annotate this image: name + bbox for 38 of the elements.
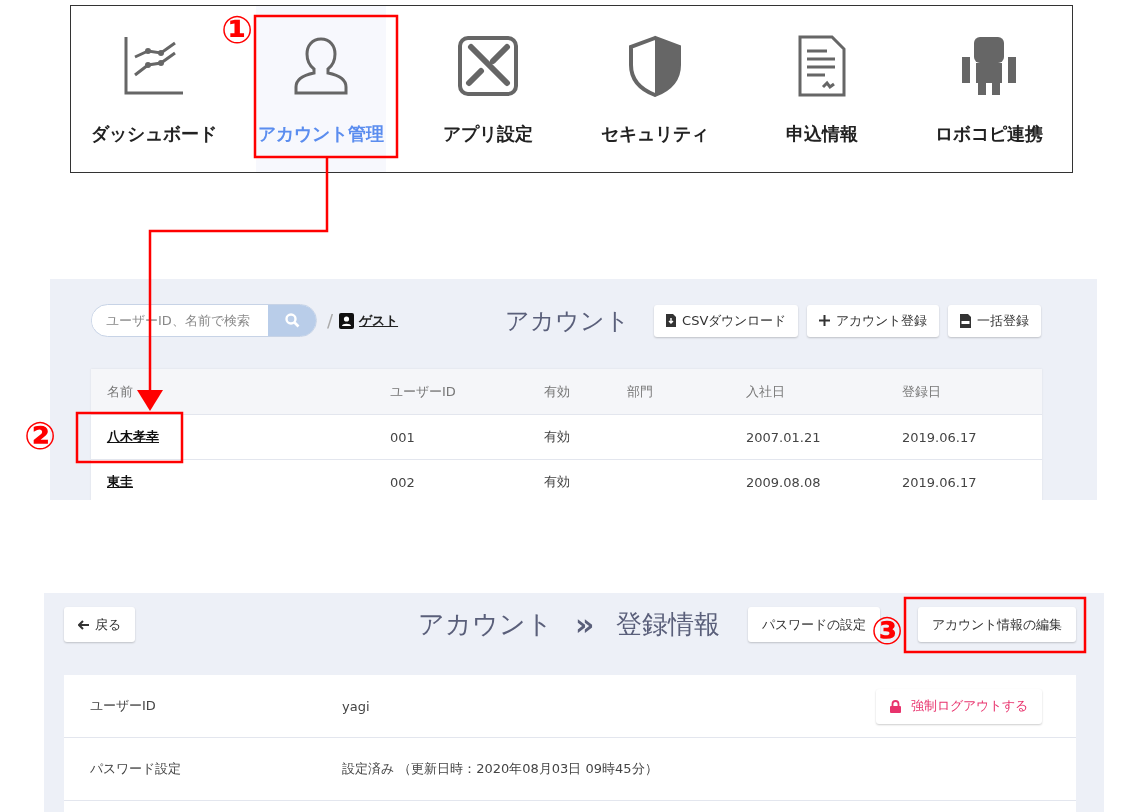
step-number: ① (221, 10, 254, 50)
column-header: 部門 (611, 369, 730, 415)
toolbar-button[interactable]: CSVダウンロード (654, 304, 799, 337)
menu-item[interactable]: ロボコピ連携 (923, 6, 1054, 172)
table-cell: 2009.08.08 (730, 459, 886, 500)
table-cell: 2019.06.17 (886, 459, 1042, 500)
table-cell: 2007.01.21 (730, 414, 886, 460)
separator-slash: / (327, 310, 334, 331)
column-header: 有効 (528, 369, 611, 415)
table-cell: 有効 (528, 414, 611, 460)
field-label: パスワード設定 (90, 760, 182, 778)
table-cell: 001 (374, 414, 528, 460)
field-value: 設定済み （更新日時：2020年08月03日 09時45分） (342, 760, 659, 778)
menu-item[interactable]: ダッシュボード (89, 6, 220, 172)
table-cell: 2019.06.17 (886, 414, 1042, 460)
breadcrumb-separator: » (575, 607, 595, 642)
force-logout-button[interactable]: 強制ログアウトする (876, 688, 1042, 724)
toolbar-button[interactable]: アカウント情報の編集 (918, 607, 1076, 642)
table-cell: 002 (374, 459, 528, 500)
menu-item[interactable]: アプリ設定 (423, 6, 554, 172)
menu-item[interactable]: 申込情報 (756, 6, 887, 172)
page-title: アカウント (418, 608, 553, 641)
column-header: ユーザーID (374, 369, 528, 415)
back-button[interactable]: 戻る (64, 607, 135, 642)
column-header: 名前 (91, 369, 374, 415)
menu-item[interactable]: セキュリティ (589, 6, 720, 172)
column-header: 登録日 (886, 369, 1042, 415)
toolbar-button[interactable]: 一括登録 (948, 304, 1042, 337)
toolbar-button[interactable]: アカウント登録 (807, 304, 940, 337)
field-label: ユーザーID (90, 697, 157, 715)
page-title: アカウント (505, 305, 631, 337)
step-number: ② (24, 416, 57, 456)
account-name-link[interactable]: 八木孝幸 (107, 429, 159, 444)
table-cell: 有効 (528, 459, 611, 500)
page-subtitle: 登録情報 (616, 608, 721, 641)
column-header: 入社日 (730, 369, 886, 415)
field-value: yagi (342, 698, 371, 714)
account-name-link[interactable]: 東圭 (107, 474, 133, 489)
